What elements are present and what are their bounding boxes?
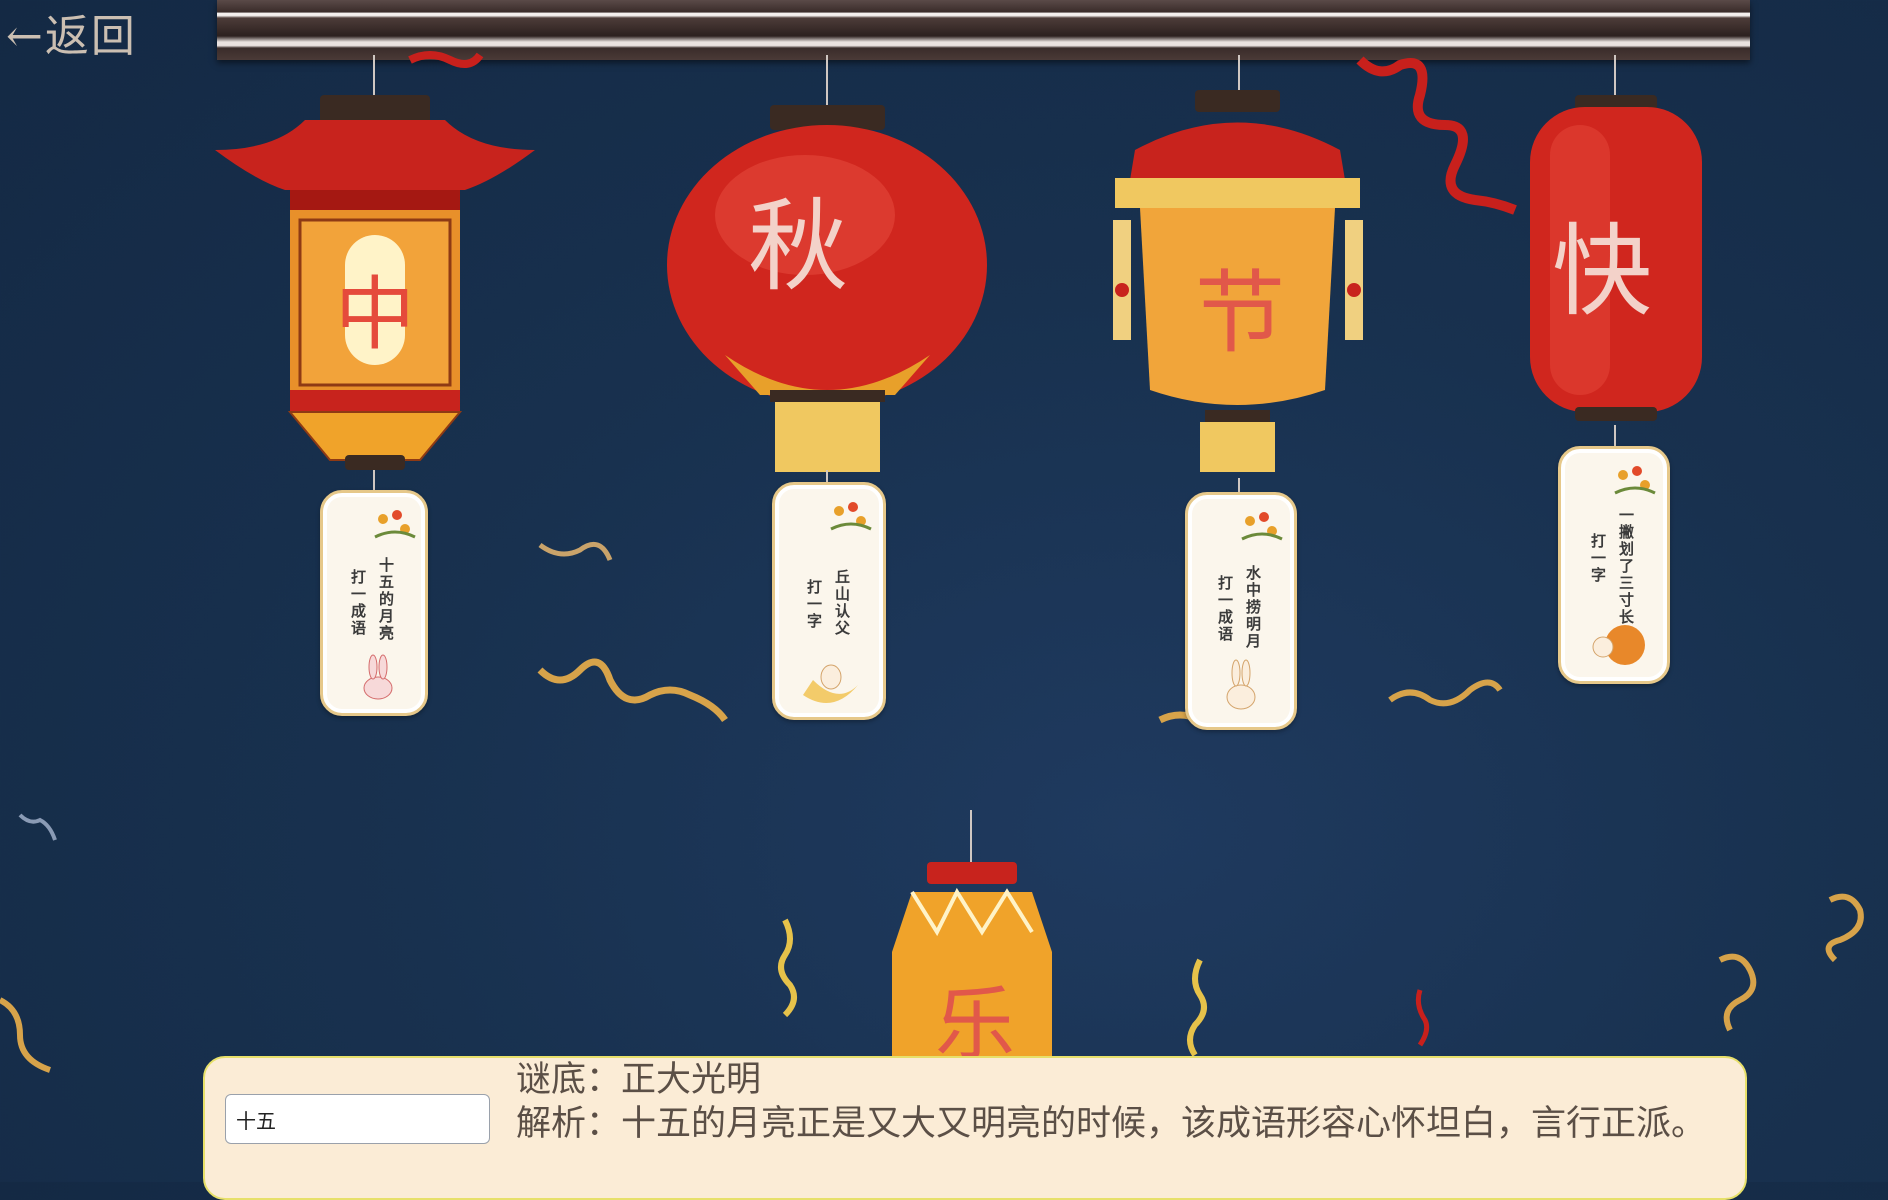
- lantern-string: [373, 470, 375, 492]
- riddle-tag[interactable]: 十五的月亮 打一成语: [320, 490, 428, 716]
- flower-icon: [830, 502, 872, 531]
- lantern-string: [1614, 55, 1616, 100]
- rabbit-icon: [363, 654, 393, 700]
- riddle-tag[interactable]: 丘山认父 打一字: [772, 482, 886, 720]
- lantern-string: [1238, 478, 1240, 493]
- answer-label: 谜底：正大光明: [516, 1060, 762, 1100]
- riddle-tag[interactable]: 水中捞明月 打一成语: [1185, 492, 1297, 730]
- riddle-line: 水中捞明月: [1244, 565, 1262, 650]
- lantern-char: 中: [335, 268, 415, 361]
- flower-icon: [1241, 512, 1283, 541]
- riddle-line: 丘山认父: [833, 569, 851, 637]
- answer-panel: 谜底：正大光明 解析：十五的月亮正是又大又明亮的时候，该成语形容心怀坦白，言行正…: [203, 1056, 1747, 1200]
- lantern-char: 节: [1195, 261, 1285, 366]
- lantern-char: 快: [1552, 213, 1652, 330]
- answer-input[interactable]: [225, 1094, 490, 1144]
- mooncake-icon: [1592, 625, 1645, 665]
- riddle-tag[interactable]: 一撇划了三寸长 打一字: [1558, 446, 1670, 684]
- lantern-string: [826, 55, 828, 110]
- answer-result: 谜底：正大光明 解析：十五的月亮正是又大又明亮的时候，该成语形容心怀坦白，言行正…: [516, 1058, 1716, 1146]
- lantern-string: [1238, 55, 1240, 95]
- lantern-string: [1614, 425, 1616, 447]
- moon-rabbit-icon: [803, 664, 858, 703]
- riddle-hint: 打一成语: [349, 569, 367, 637]
- riddle-line: 十五的月亮: [377, 557, 395, 642]
- rabbit-icon: [1226, 659, 1256, 710]
- flower-icon: [1614, 466, 1656, 495]
- riddle-hint: 打一字: [805, 579, 823, 630]
- riddle-hint: 打一成语: [1216, 575, 1234, 643]
- flower-icon: [374, 510, 416, 539]
- riddle-hint: 打一字: [1589, 533, 1607, 584]
- riddle-line: 一撇划了三寸长: [1617, 507, 1635, 626]
- lantern-char: 秋: [748, 188, 848, 305]
- lantern-string: [970, 810, 972, 865]
- answer-explanation: 解析：十五的月亮正是又大又明亮的时候，该成语形容心怀坦白，言行正派。: [516, 1104, 1707, 1144]
